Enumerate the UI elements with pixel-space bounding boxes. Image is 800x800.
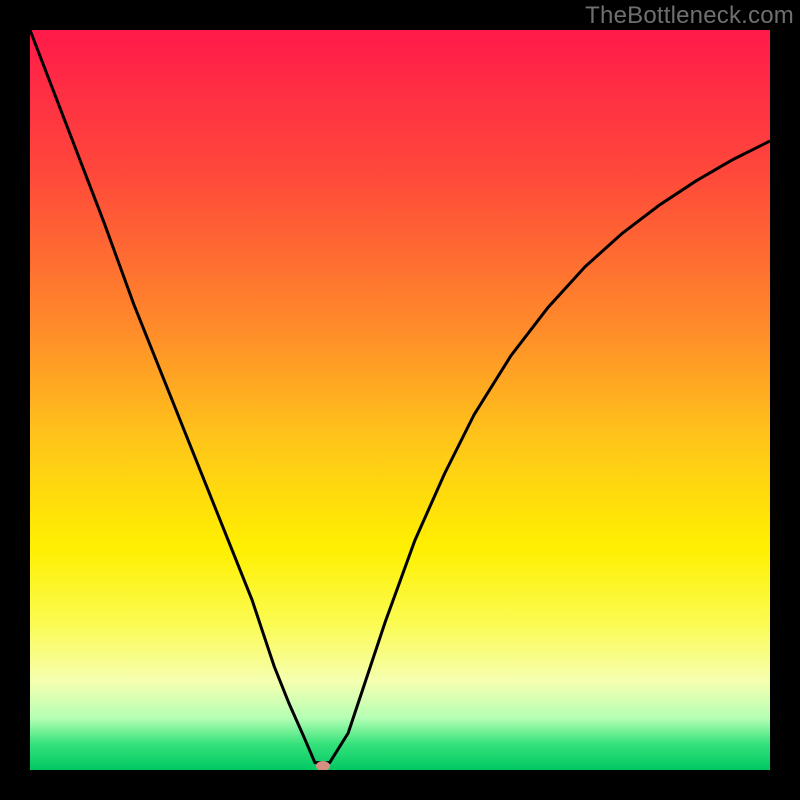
bottleneck-curve	[30, 30, 770, 763]
watermark-text: TheBottleneck.com	[585, 2, 794, 30]
curve-layer	[30, 30, 770, 770]
bottleneck-marker	[316, 761, 330, 770]
chart-frame: TheBottleneck.com	[0, 0, 800, 800]
plot-area	[30, 30, 770, 770]
